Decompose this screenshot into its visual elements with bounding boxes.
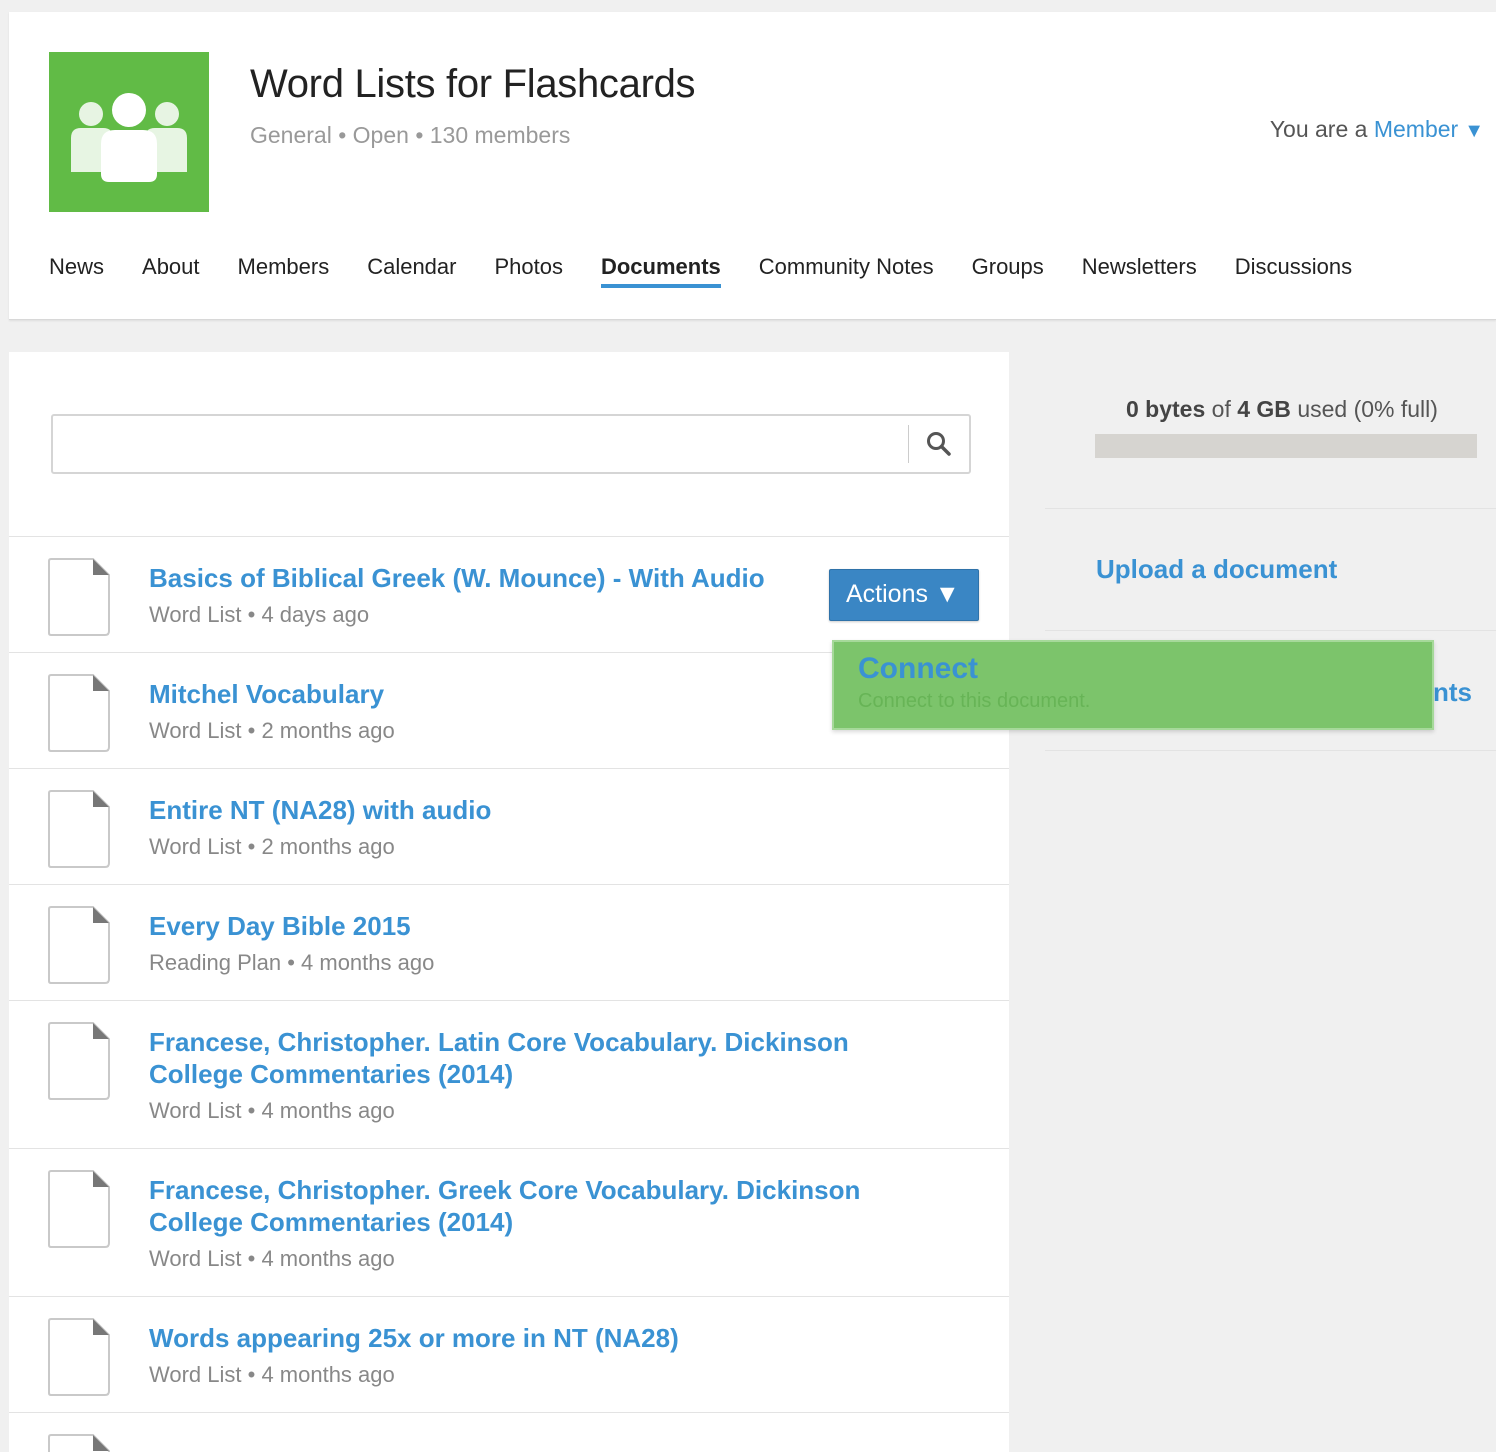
tab-documents[interactable]: Documents: [600, 254, 721, 288]
document-search-box[interactable]: [51, 414, 971, 474]
storage-of: of: [1211, 396, 1231, 422]
search-icon: [927, 432, 951, 456]
documents-sidebar: 0 bytes of 4 GB used (0% full) Upload a …: [1045, 352, 1496, 852]
tab-groups[interactable]: Groups: [972, 254, 1044, 288]
document-meta: Word List • 4 days ago: [149, 602, 370, 627]
tab-calendar[interactable]: Calendar: [367, 254, 456, 288]
document-icon: [48, 674, 110, 752]
tab-discussions[interactable]: Discussions: [1235, 254, 1352, 288]
document-meta: Reading Plan • 4 months ago: [149, 950, 435, 975]
document-row: Francese, Christopher. Greek Core Vocabu…: [9, 1149, 1009, 1297]
storage-used: 0 bytes: [1126, 396, 1206, 422]
document-title-link[interactable]: Every Day Bible 2015: [149, 910, 939, 942]
document-icon: [48, 790, 110, 868]
document-icon: [48, 1434, 110, 1452]
document-row: Entire NT (NA28) with audio Word List • …: [9, 769, 1009, 885]
group-people-icon: [71, 93, 187, 182]
document-title-link[interactable]: Basics of Biblical Greek (W. Mounce) - W…: [149, 562, 939, 594]
connect-menu-description: Connect to this document.: [858, 690, 1091, 712]
tab-about[interactable]: About: [142, 254, 200, 288]
document-title-link[interactable]: Francese, Christopher. Greek Core Vocabu…: [149, 1174, 939, 1238]
document-icon: [48, 558, 110, 636]
sidebar-divider: [1045, 508, 1496, 509]
document-row: Every Day Bible 2015 Reading Plan • 4 mo…: [9, 885, 1009, 1001]
document-title-link[interactable]: Entire NT (NA28) with audio: [149, 794, 939, 826]
upload-document-link[interactable]: Upload a document: [1096, 554, 1337, 585]
search-button[interactable]: [925, 430, 953, 458]
search-input[interactable]: [53, 416, 903, 472]
document-row: Words appearing 25x or more in NT (NA28)…: [9, 1297, 1009, 1413]
document-meta: Word List • 4 months ago: [149, 1098, 395, 1123]
group-logo: [49, 52, 209, 212]
storage-total: 4 GB: [1237, 396, 1291, 422]
storage-usage-text: 0 bytes of 4 GB used (0% full): [1126, 396, 1438, 423]
document-meta: Word List • 2 months ago: [149, 718, 395, 743]
membership-role-link[interactable]: Member: [1374, 116, 1458, 142]
actions-dropdown-menu[interactable]: Connect Connect to this document.: [832, 640, 1434, 730]
document-row: Francese, Christopher. Latin Core Vocabu…: [9, 1001, 1009, 1149]
tab-newsletters[interactable]: Newsletters: [1082, 254, 1197, 288]
document-title-link[interactable]: Words appearing 25x or more in NT (NA28): [149, 1322, 939, 1354]
actions-button[interactable]: Actions ▼: [829, 569, 979, 621]
chevron-down-icon[interactable]: ▼: [1464, 120, 1484, 143]
membership-prefix: You are a: [1269, 116, 1368, 142]
sidebar-divider: [1045, 750, 1496, 751]
document-title-link[interactable]: Francese, Christopher. Latin Core Vocabu…: [149, 1026, 939, 1090]
document-icon: [48, 1318, 110, 1396]
group-tabs: News About Members Calendar Photos Docum…: [49, 254, 1390, 288]
sidebar-divider: [1045, 630, 1496, 631]
tab-members[interactable]: Members: [238, 254, 330, 288]
document-icon: [48, 906, 110, 984]
document-icon: [48, 1022, 110, 1100]
document-meta: Word List • 4 months ago: [149, 1246, 395, 1271]
tab-community-notes[interactable]: Community Notes: [759, 254, 934, 288]
tab-news[interactable]: News: [49, 254, 104, 288]
search-divider: [908, 425, 909, 463]
group-meta: General • Open • 130 members: [250, 122, 571, 148]
group-header: Word Lists for Flashcards General • Open…: [9, 12, 1496, 320]
group-title: Word Lists for Flashcards: [250, 62, 696, 106]
documents-panel: Basics of Biblical Greek (W. Mounce) - W…: [9, 352, 1009, 1452]
membership-status[interactable]: You are a Member ▼: [1270, 116, 1484, 143]
storage-progress-bar: [1095, 434, 1477, 458]
sidebar-obscured-link[interactable]: nts: [1433, 677, 1472, 708]
storage-suffix: used (0% full): [1297, 396, 1438, 422]
document-meta: Word List • 2 months ago: [149, 834, 395, 859]
document-title-link[interactable]: Mitchel Vocabulary: [149, 678, 939, 710]
connect-menu-item[interactable]: Connect: [858, 652, 1408, 686]
document-row: [9, 1413, 1009, 1452]
document-meta: Word List • 4 months ago: [149, 1362, 395, 1387]
tab-photos[interactable]: Photos: [494, 254, 563, 288]
document-icon: [48, 1170, 110, 1248]
